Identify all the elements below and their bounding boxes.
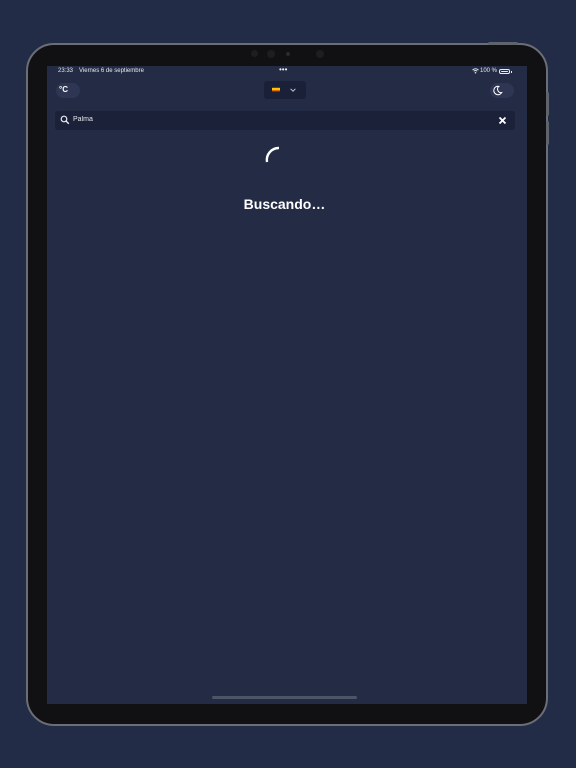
home-indicator[interactable] (212, 696, 357, 699)
camera-lens (267, 50, 275, 58)
chevron-down-icon (290, 88, 296, 92)
theme-toggle[interactable] (490, 83, 514, 98)
search-bar[interactable] (55, 111, 515, 130)
status-time: 23:33 (58, 68, 74, 74)
volume-up-button (546, 92, 549, 116)
face-sensor (316, 50, 324, 58)
battery-percentage: 100 % (480, 68, 498, 74)
camera-dot (286, 52, 290, 56)
battery-fill (501, 71, 508, 72)
unit-label: °C (59, 85, 68, 94)
search-icon (60, 115, 70, 125)
loading-text: Buscando… (243, 196, 326, 212)
volume-down-button (546, 121, 549, 145)
language-select[interactable] (264, 81, 306, 99)
wifi-icon (472, 68, 479, 74)
battery-icon (499, 69, 510, 74)
close-icon[interactable] (497, 115, 508, 126)
battery-cap (511, 71, 512, 73)
camera-sensor (251, 50, 258, 57)
unit-toggle[interactable]: °C (56, 83, 80, 98)
spain-flag-icon (272, 87, 280, 92)
moon-icon (493, 85, 503, 96)
status-date: Viernes 6 de septiembre (79, 68, 144, 74)
status-bar: 23:33 Viernes 6 de septiembre ••• 100 % (47, 66, 527, 78)
search-input[interactable] (73, 116, 473, 123)
multitask-dots[interactable]: ••• (279, 66, 287, 74)
app-screen: 23:33 Viernes 6 de septiembre ••• 100 % … (47, 66, 527, 704)
power-button (488, 42, 518, 45)
spinner-icon (265, 146, 280, 163)
